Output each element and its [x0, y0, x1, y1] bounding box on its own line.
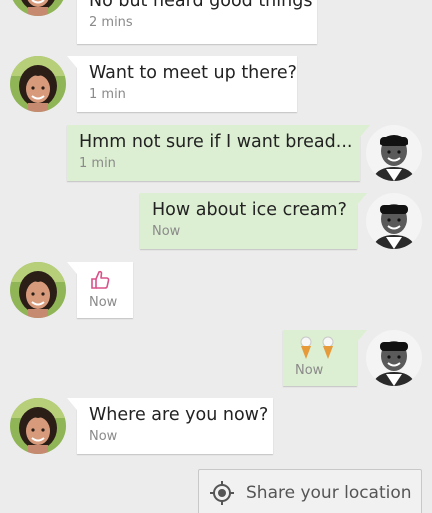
- message-text: No but heard good things: [89, 0, 313, 11]
- my-avatar[interactable]: [366, 125, 422, 181]
- thumbs-up-icon: [91, 270, 110, 289]
- my-avatar[interactable]: [366, 193, 422, 249]
- message-time: Now: [152, 224, 181, 239]
- message-bubble[interactable]: Now: [67, 262, 133, 318]
- share-location-label: Share your location: [246, 483, 412, 503]
- conversation-screen: No but heard good things 2 mins Want to …: [0, 0, 432, 513]
- message-bubble[interactable]: Where are you now? Now: [67, 398, 273, 454]
- message-bubble[interactable]: Want to meet up there? 1 min: [67, 56, 297, 112]
- contact-photo: [10, 56, 66, 112]
- message-text: How about ice cream?: [152, 200, 347, 220]
- message-time: 2 mins: [89, 15, 133, 30]
- message-bubble[interactable]: No but heard good things 2 mins: [77, 0, 317, 44]
- contact-photo: [10, 262, 66, 318]
- message-time: Now: [295, 363, 324, 378]
- message-time: Now: [89, 429, 118, 444]
- message-bubble[interactable]: Now: [283, 330, 367, 386]
- message-text: Want to meet up there?: [89, 63, 297, 83]
- my-photo: [366, 330, 422, 386]
- my-photo: [366, 193, 422, 249]
- location-crosshair-icon: [210, 481, 234, 505]
- share-location-button[interactable]: Share your location: [198, 469, 422, 513]
- message-time: Now: [89, 295, 118, 310]
- message-time: 1 min: [79, 156, 116, 171]
- sticker-row: [89, 268, 121, 292]
- contact-avatar[interactable]: [10, 398, 66, 454]
- contact-avatar[interactable]: [10, 0, 66, 16]
- my-avatar[interactable]: [366, 330, 422, 386]
- message-bubble[interactable]: Hmm not sure if I want bread... 1 min: [67, 125, 370, 181]
- contact-avatar[interactable]: [10, 56, 66, 112]
- my-photo: [366, 125, 422, 181]
- ice-cream-icon: [300, 336, 312, 359]
- sticker-row: [295, 336, 345, 360]
- message-bubble[interactable]: How about ice cream? Now: [140, 193, 367, 249]
- message-text: Hmm not sure if I want bread...: [79, 132, 353, 152]
- ice-cream-icon: [322, 336, 334, 359]
- contact-photo: [10, 398, 66, 454]
- contact-photo: [10, 0, 66, 16]
- message-text: Where are you now?: [89, 405, 269, 425]
- contact-avatar[interactable]: [10, 262, 66, 318]
- message-time: 1 min: [89, 87, 126, 102]
